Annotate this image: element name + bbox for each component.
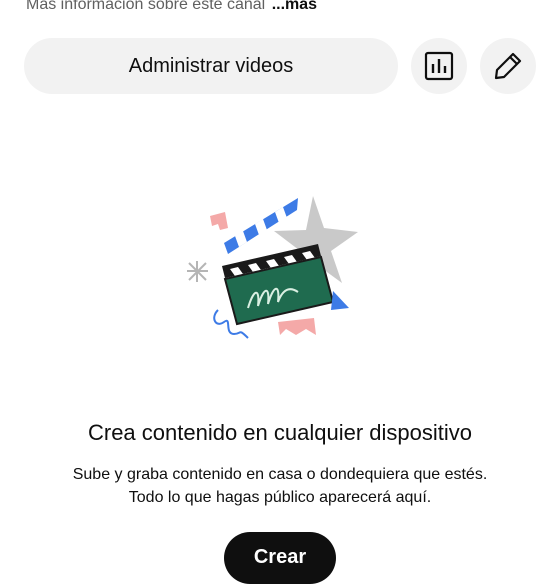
edit-channel-button[interactable]	[480, 38, 536, 94]
manage-videos-label: Administrar videos	[128, 54, 294, 77]
clapperboard-illustration	[187, 196, 358, 339]
more-link[interactable]: ...más	[272, 0, 317, 13]
channel-more-info[interactable]: Más información sobre este canal ...más	[26, 0, 317, 14]
empty-state-description: Sube y graba contenido en casa o dondequ…	[0, 463, 560, 509]
create-button-label: Crear	[253, 546, 307, 568]
empty-state-title: Crea contenido en cualquier dispositivo	[87, 420, 472, 445]
empty-state-description-line2: Todo lo que hagas público aparecerá aquí…	[128, 489, 432, 506]
channel-action-row: Administrar videos	[0, 38, 560, 96]
manage-videos-button[interactable]: Administrar videos	[24, 38, 398, 94]
analytics-button[interactable]	[411, 38, 467, 94]
more-info-text: Más información sobre este canal	[26, 0, 266, 13]
empty-state-description-line1: Sube y graba contenido en casa o dondequ…	[72, 466, 488, 483]
pencil-icon	[494, 52, 522, 80]
create-button[interactable]: Crear	[224, 532, 336, 584]
bar-chart-icon	[424, 51, 454, 81]
